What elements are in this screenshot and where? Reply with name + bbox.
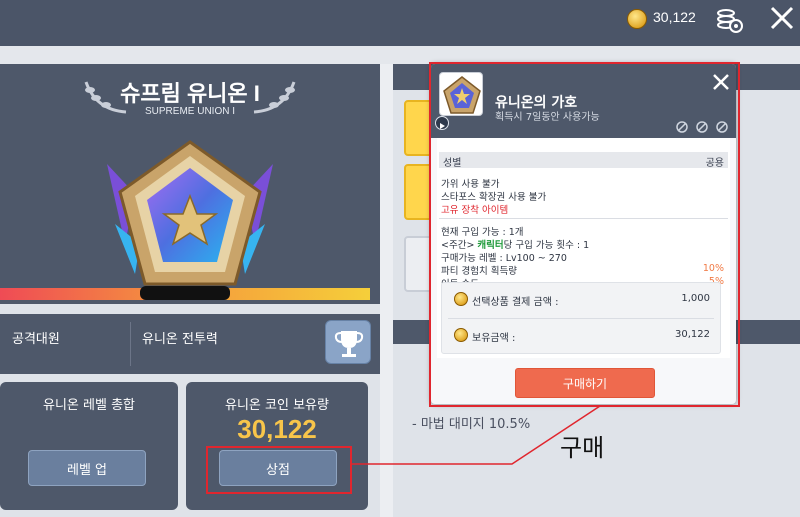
level-total-title: 유니온 레벨 총합: [43, 398, 135, 413]
stats-row: 공격대원 유니온 전투력: [0, 314, 380, 374]
union-rank-emblem-icon: [107, 140, 273, 286]
coin-balance: 30,122: [653, 9, 696, 25]
effect-list-item: - 마법 대미지 10.5%: [412, 417, 531, 432]
divider: [130, 322, 131, 366]
coin-title: 유니온 코인 보유량: [225, 398, 329, 413]
close-icon[interactable]: [768, 4, 796, 32]
shop-highlight-box: [206, 446, 352, 494]
rank-emblem-area: 슈프림 유니온 I SUPREME UNION I: [0, 64, 380, 304]
level-total-card: 유니온 레벨 총합: [0, 382, 178, 510]
redaction-mask: [140, 286, 230, 300]
trophy-button[interactable]: [325, 320, 371, 364]
trophy-icon: [334, 331, 364, 357]
attack-team-label: 공격대원: [12, 332, 60, 347]
coins-gear-icon[interactable]: [712, 5, 746, 35]
popup-highlight-box: [429, 62, 740, 407]
annotation-label: 구매: [560, 434, 605, 462]
union-power-label: 유니온 전투력: [142, 332, 218, 347]
coin-value: 30,122: [237, 414, 317, 444]
rank-title: 슈프림 유니온 I: [120, 81, 260, 106]
rank-subtitle: SUPREME UNION I: [144, 106, 235, 117]
union-progress-bar: [0, 286, 370, 300]
coin-icon: [627, 9, 647, 29]
level-up-button[interactable]: 레벨 업: [28, 450, 146, 486]
